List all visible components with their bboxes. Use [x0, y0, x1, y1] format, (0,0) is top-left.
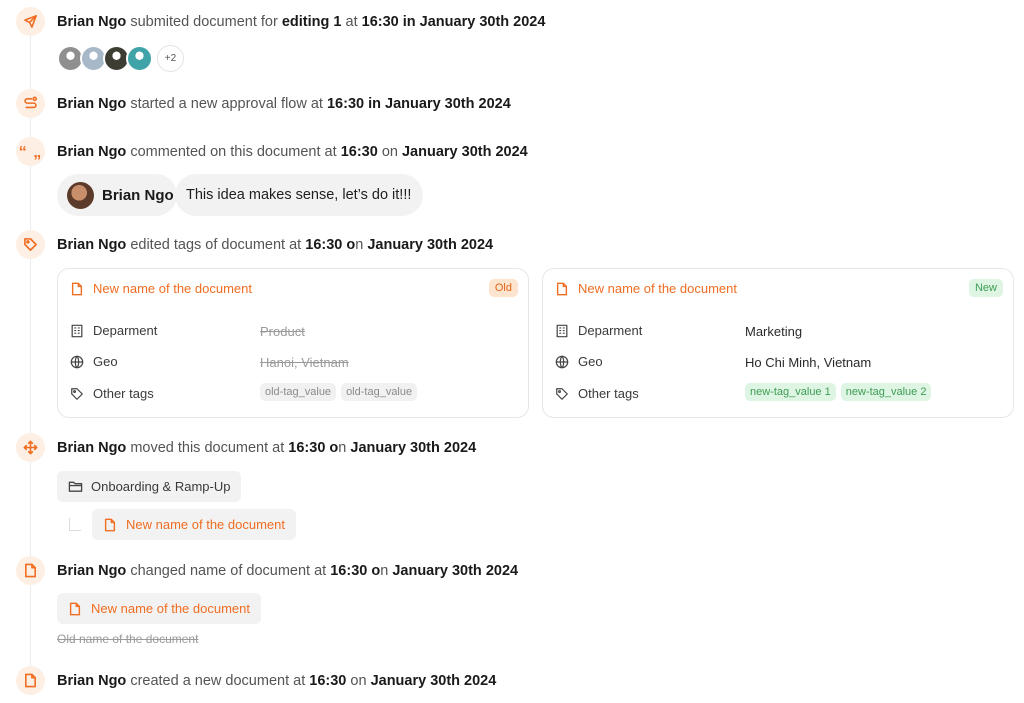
avatar[interactable] [126, 45, 153, 72]
event-moved: Brian Ngo moved this document at 16:30 o… [57, 440, 477, 456]
document-link[interactable]: New name of the document [70, 281, 252, 296]
old-document-name: Old name of the document [57, 632, 199, 646]
old-badge: Old [488, 279, 518, 297]
new-badge: New [968, 279, 1003, 297]
department-old-value: Product [260, 324, 305, 339]
globe-icon [555, 355, 569, 368]
event-submitted: Brian Ngo submited document for editing … [57, 14, 546, 30]
tree-branch [69, 518, 81, 531]
document-icon [69, 602, 81, 615]
tag-chip[interactable]: old-tag_value [260, 383, 337, 401]
folder-icon [68, 481, 83, 492]
other-tags-label: Other tags [555, 386, 639, 401]
send-icon [16, 7, 45, 36]
new-tag-chips: new-tag_value 1 new-tag_value 2 [745, 383, 936, 401]
document-link[interactable]: New name of the document [92, 509, 296, 540]
building-icon [556, 324, 568, 337]
event-created: Brian Ngo created a new document at 16:3… [57, 673, 497, 689]
department-label: Deparment [70, 323, 157, 338]
avatar [67, 181, 94, 209]
old-tag-chips: old-tag_value old-tag_value [260, 383, 422, 401]
geo-label: Geo [555, 354, 603, 369]
flow-icon [16, 89, 45, 118]
document-icon [71, 282, 83, 295]
tag-icon [71, 387, 83, 400]
tag-chip[interactable]: old-tag_value [341, 383, 418, 401]
tag-chip[interactable]: new-tag_value 1 [745, 383, 836, 401]
document-link[interactable]: New name of the document [555, 281, 737, 296]
tags-old-card: New name of the document Old Deparment P… [57, 268, 529, 418]
tag-chip[interactable]: new-tag_value 2 [840, 383, 932, 401]
reviewer-avatars: +2 [57, 45, 184, 72]
geo-label: Geo [70, 354, 118, 369]
document-icon [556, 282, 568, 295]
event-renamed: Brian Ngo changed name of document at 16… [57, 563, 519, 579]
more-avatars-button[interactable]: +2 [157, 45, 184, 72]
tags-new-card: New name of the document New Deparment M… [542, 268, 1014, 418]
tag-icon [556, 387, 568, 400]
department-label: Deparment [555, 323, 642, 338]
move-icon [16, 433, 45, 462]
quote-icon: “ „ [16, 137, 45, 166]
event-tags: Brian Ngo edited tags of document at 16:… [57, 237, 494, 253]
department-new-value: Marketing [745, 324, 803, 339]
comment-text: This idea makes sense, let’s do it!!! [175, 174, 423, 216]
event-comment: Brian Ngo commented on this document at … [57, 144, 528, 160]
document-icon [104, 518, 116, 531]
event-approval: Brian Ngo started a new approval flow at… [57, 96, 511, 112]
comment-author-name: Brian Ngo [102, 186, 174, 204]
comment-author[interactable]: Brian Ngo [57, 174, 177, 216]
folder-link[interactable]: Onboarding & Ramp-Up [57, 471, 242, 502]
document-link[interactable]: New name of the document [57, 593, 261, 624]
other-tags-label: Other tags [70, 386, 154, 401]
globe-icon [70, 355, 84, 368]
building-icon [71, 324, 83, 337]
tag-icon [16, 230, 45, 259]
geo-old-value: Hanoi, Vietnam [260, 355, 349, 370]
document-icon [16, 666, 45, 695]
geo-new-value: Ho Chi Minh, Vietnam [745, 355, 872, 370]
document-icon [16, 556, 45, 585]
